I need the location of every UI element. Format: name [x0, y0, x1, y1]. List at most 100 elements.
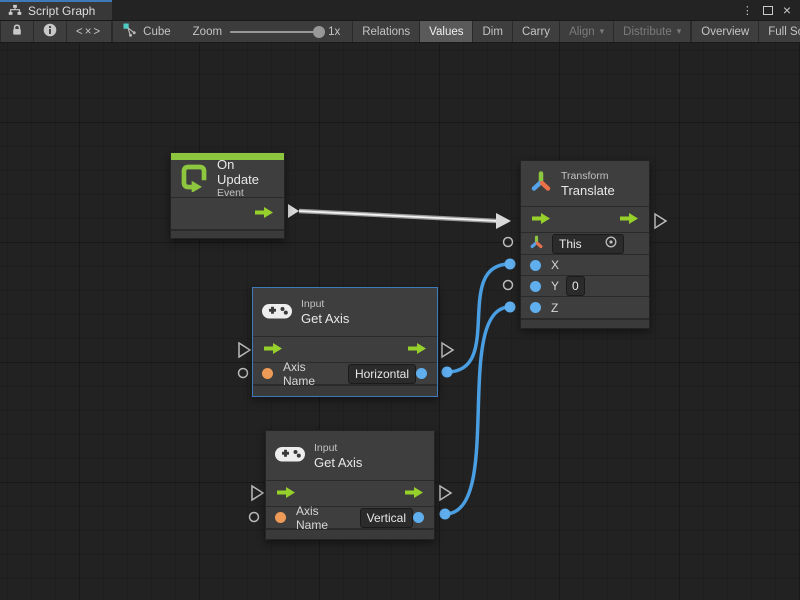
relations-button[interactable]: Relations [352, 21, 420, 42]
value-port-connected [505, 302, 516, 313]
connection-wire-flow [299, 211, 498, 221]
node-footer [171, 229, 284, 238]
flow-arrow-icon[interactable] [263, 342, 283, 358]
overview-label: Overview [701, 26, 749, 38]
wire-arrowhead-icon [496, 213, 511, 229]
value-port-connected [440, 509, 451, 520]
node-subtitle: Event [217, 187, 274, 200]
z-port-label: Z [551, 301, 558, 315]
node-title: Get Axis [301, 311, 349, 326]
graph-canvas[interactable]: On Update Event Transform Translate [0, 43, 800, 600]
node-get-axis-horizontal[interactable]: Input Get Axis Axis Name Horizontal [252, 287, 438, 397]
zoom-label: Zoom [193, 26, 222, 38]
value-port-connected [442, 367, 453, 378]
fullscreen-label: Full Screen [768, 26, 800, 38]
flow-arrow-icon[interactable] [531, 212, 551, 228]
result-output-port[interactable] [416, 368, 427, 379]
x-port-label: X [551, 258, 559, 272]
y-port-empty [504, 281, 513, 290]
node-title: On Update [217, 157, 274, 187]
flow-arrow-icon[interactable] [254, 206, 274, 222]
this-field-value: This [559, 236, 582, 252]
x-input-port[interactable] [530, 260, 541, 271]
lock-icon [10, 23, 24, 40]
node-footer [253, 384, 437, 396]
node-on-update[interactable]: On Update Event [170, 152, 285, 239]
distribute-dropdown[interactable]: Distribute ▾ [614, 21, 691, 42]
align-dropdown[interactable]: Align ▾ [560, 21, 614, 42]
script-graph-icon [8, 4, 22, 19]
flow-arrow-icon[interactable] [619, 212, 639, 228]
this-object-field[interactable]: This [552, 234, 624, 254]
tab-bar-empty [112, 0, 733, 20]
window-menu-icon[interactable]: ⋮ [742, 4, 753, 17]
this-port-empty [504, 238, 513, 247]
y-value-field[interactable]: 0 [566, 276, 585, 296]
values-button[interactable]: Values [420, 21, 473, 42]
tab-bar: Script Graph ⋮ × [0, 0, 800, 21]
node-title: Translate [561, 183, 615, 198]
relations-label: Relations [362, 26, 410, 38]
axis-name-port-empty [250, 513, 259, 522]
target-picker-icon[interactable] [605, 236, 617, 252]
distribute-label: Distribute [623, 26, 672, 38]
flow-out-port-empty [655, 214, 666, 228]
connection-wire-vertical-z [445, 307, 510, 514]
flow-arrow-icon[interactable] [407, 342, 427, 358]
graph-toolbar: <×> Cube Zoom 1x Relations Values Dim Ca… [0, 21, 800, 43]
axis-name-field[interactable]: Horizontal [348, 364, 416, 384]
flow-out-port-empty [442, 343, 453, 357]
graph-owner-button[interactable]: Cube [113, 21, 181, 42]
axis-name-field[interactable]: Vertical [360, 508, 413, 528]
flow-in-port-empty [239, 343, 250, 357]
zoom-slider[interactable] [230, 31, 320, 33]
axis-name-input-port[interactable] [275, 512, 286, 523]
graph-node-icon [123, 23, 137, 40]
gamepad-icon [274, 443, 306, 468]
dim-button[interactable]: Dim [473, 21, 512, 42]
flow-arrow-icon[interactable] [404, 486, 424, 502]
lock-button[interactable] [0, 21, 34, 42]
transform-icon [529, 170, 553, 197]
gamepad-icon [261, 300, 293, 325]
transform-mini-icon [529, 235, 544, 253]
chevron-down-icon: ▾ [600, 26, 605, 37]
connection-wire-horizontal-x [447, 264, 510, 372]
chevron-down-icon: ▾ [677, 26, 682, 37]
tab-title: Script Graph [28, 4, 95, 18]
zoom-value: 1x [328, 26, 340, 38]
overview-button[interactable]: Overview [692, 21, 759, 42]
maximize-icon[interactable] [763, 6, 773, 15]
carry-label: Carry [522, 26, 550, 38]
value-port-connected [505, 259, 516, 270]
flow-out-port-connected [288, 204, 299, 218]
z-input-port[interactable] [530, 302, 541, 313]
fullscreen-button[interactable]: Full Screen [759, 21, 800, 42]
zoom-slider-handle[interactable] [313, 26, 325, 38]
code-brackets-button[interactable]: <×> [67, 21, 112, 42]
axis-name-input-port[interactable] [262, 368, 273, 379]
flow-in-port-empty [252, 486, 263, 500]
axis-name-label: Axis Name [283, 360, 340, 388]
info-icon [43, 23, 57, 40]
result-output-port[interactable] [413, 512, 424, 523]
axis-name-label: Axis Name [296, 504, 352, 532]
align-label: Align [569, 26, 595, 38]
node-translate[interactable]: Transform Translate This [520, 160, 650, 329]
node-footer [521, 318, 649, 328]
carry-button[interactable]: Carry [513, 21, 560, 42]
flow-arrow-icon[interactable] [276, 486, 296, 502]
loop-event-icon [179, 162, 209, 195]
values-label: Values [429, 26, 463, 38]
axis-name-port-empty [239, 369, 248, 378]
y-input-port[interactable] [530, 281, 541, 292]
graph-owner-label: Cube [143, 26, 171, 38]
info-button[interactable] [34, 21, 67, 42]
node-get-axis-vertical[interactable]: Input Get Axis Axis Name Vertical [265, 430, 435, 540]
node-title: Get Axis [314, 455, 362, 470]
close-icon[interactable]: × [783, 5, 791, 15]
dim-label: Dim [482, 26, 502, 38]
tab-script-graph[interactable]: Script Graph [0, 0, 112, 20]
node-category: Input [314, 442, 362, 455]
flow-out-port-empty [440, 486, 451, 500]
